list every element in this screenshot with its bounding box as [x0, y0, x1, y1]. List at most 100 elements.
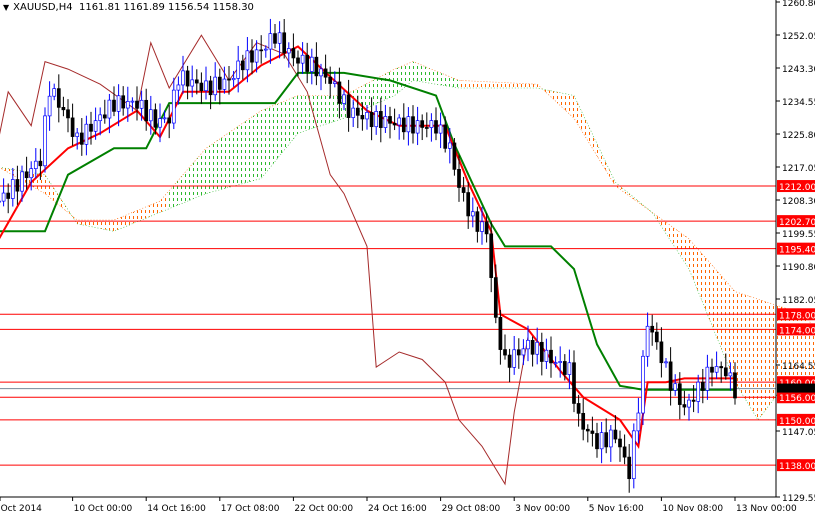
candle-body	[498, 317, 503, 350]
candle-body	[176, 84, 181, 91]
candle-body	[144, 99, 149, 122]
candle-body	[1, 192, 6, 202]
candle-body	[208, 80, 213, 96]
candle	[208, 75, 213, 110]
candle	[240, 54, 245, 80]
candle-body	[710, 366, 714, 373]
candle	[544, 338, 549, 369]
level-label: 1174.00	[779, 326, 815, 336]
candle-body	[654, 331, 659, 343]
y-tick-label: 1243.30	[782, 65, 815, 75]
candle	[383, 104, 388, 133]
candle-body	[296, 57, 300, 64]
candle-body	[167, 117, 172, 124]
candle	[516, 338, 521, 369]
candle-body	[719, 366, 724, 369]
candle-body	[24, 171, 29, 179]
candle-body	[89, 123, 93, 132]
candle-body	[70, 117, 75, 137]
candle	[420, 114, 425, 141]
candle-body	[213, 76, 218, 96]
ichimoku-cloud	[459, 80, 815, 420]
candle	[328, 66, 333, 99]
candle-body	[309, 56, 314, 72]
candle-body	[130, 100, 135, 103]
candle-body	[535, 341, 540, 355]
candle	[75, 127, 80, 150]
candle	[622, 434, 627, 465]
candle-body	[452, 142, 457, 170]
candle-body	[480, 221, 484, 232]
candle-body	[0, 200, 1, 203]
candle	[608, 425, 613, 462]
candle-body	[438, 124, 443, 134]
candle	[466, 181, 471, 229]
price-chart[interactable]: 1212.001202.701195.401178.001174.001160.…	[0, 0, 815, 516]
candle-body	[475, 211, 480, 232]
candle	[314, 42, 319, 86]
candle-body	[190, 79, 195, 87]
candle-body	[337, 81, 342, 104]
candle-body	[581, 412, 586, 430]
level-label: 1150.00	[779, 417, 815, 427]
candle-body	[401, 117, 406, 133]
candle-body	[599, 432, 604, 450]
candle	[576, 394, 581, 427]
candle-body	[673, 383, 678, 391]
candle-body	[342, 94, 346, 104]
candle-body	[38, 160, 43, 167]
candle	[61, 96, 66, 117]
candle-body	[116, 95, 121, 112]
candle-body	[728, 372, 733, 377]
candle	[507, 348, 512, 383]
candle-body	[121, 95, 126, 109]
candle-body	[259, 49, 264, 52]
candle-body	[332, 81, 337, 84]
candle	[259, 35, 264, 64]
candle	[599, 421, 604, 464]
candle	[535, 327, 540, 365]
candle	[461, 176, 466, 202]
candle-body	[328, 76, 333, 84]
candle	[52, 83, 57, 101]
candle-body	[29, 168, 34, 179]
candle-body	[273, 33, 277, 44]
candle-body	[659, 341, 664, 364]
candle-body	[521, 348, 526, 356]
candle	[512, 335, 517, 375]
candle-body	[369, 112, 374, 128]
candle	[268, 18, 273, 64]
candle-body	[664, 361, 668, 364]
candle-body	[613, 429, 618, 440]
level-label: 1138.00	[779, 462, 815, 472]
candle-body	[346, 94, 351, 118]
candle	[719, 361, 724, 383]
candle	[498, 309, 503, 365]
candle	[664, 358, 668, 368]
candle	[185, 65, 190, 100]
candle	[585, 424, 590, 443]
candle	[581, 398, 586, 441]
candle-body	[20, 171, 24, 192]
candle-body	[61, 107, 66, 111]
candle	[204, 66, 208, 100]
x-tick-label: 14 Oct 16:00	[147, 504, 206, 514]
candle	[673, 374, 678, 396]
candle-body	[562, 361, 567, 375]
candle-body	[576, 403, 581, 414]
y-tick-label: 1182.05	[782, 296, 815, 306]
candle-body	[544, 349, 549, 362]
candle	[199, 72, 204, 104]
candle-body	[687, 399, 691, 408]
candle-body	[84, 123, 89, 145]
candle-body	[148, 109, 153, 122]
candle	[595, 422, 599, 458]
candle	[705, 354, 710, 400]
candle-body	[135, 100, 139, 109]
candle-body	[231, 78, 236, 81]
candle	[135, 86, 139, 121]
candle-body	[250, 50, 254, 63]
candle	[530, 336, 535, 367]
current-price-marker	[777, 383, 815, 393]
candle	[374, 105, 379, 135]
